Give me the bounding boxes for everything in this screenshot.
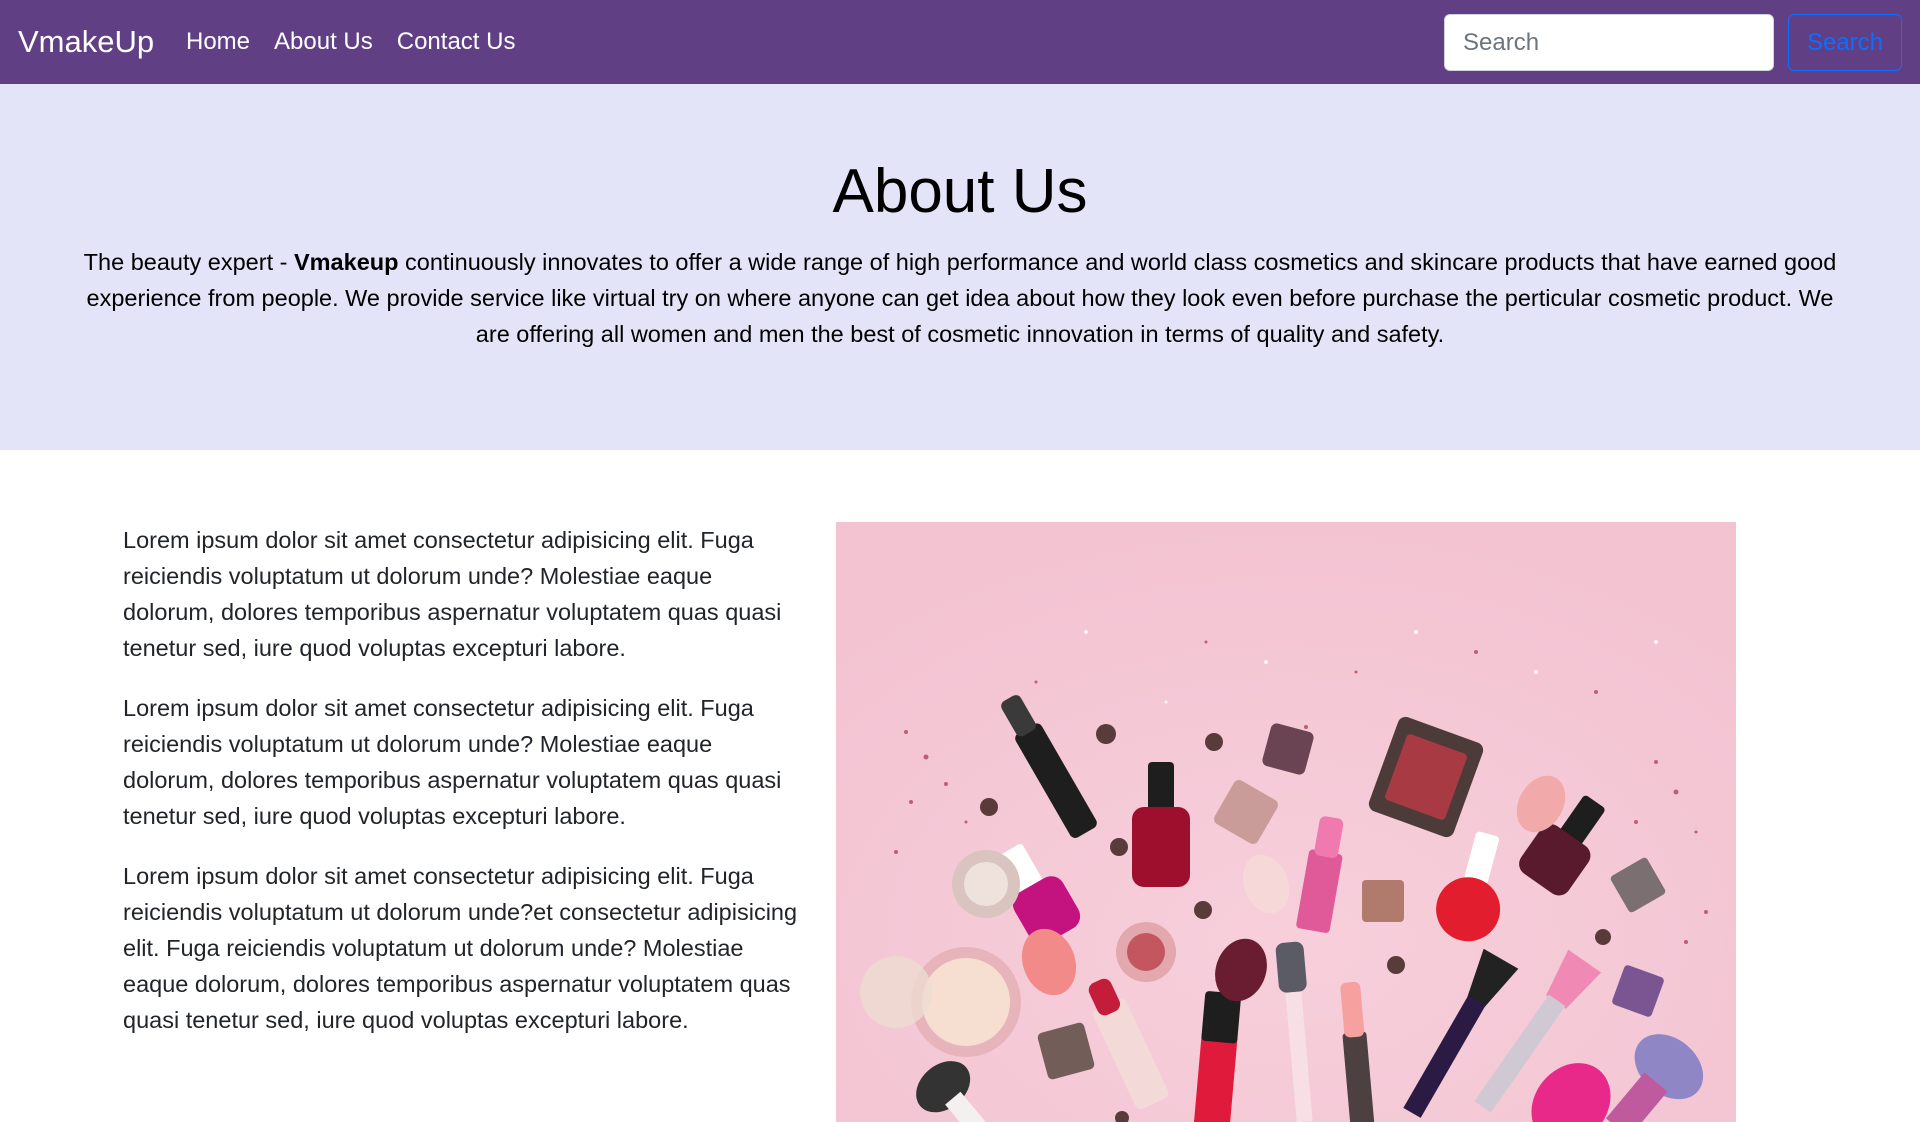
nav-link-contact-us[interactable]: Contact Us	[397, 28, 516, 56]
hero-description: The beauty expert - Vmakeup continuously…	[80, 244, 1840, 352]
search-input[interactable]	[1444, 14, 1774, 71]
content-text: Lorem ipsum dolor sit amet consectetur a…	[123, 522, 803, 1062]
hero-brand-name: Vmakeup	[293, 249, 399, 275]
hero-text-start: The beauty expert -	[83, 249, 294, 275]
nav-link-home[interactable]: Home	[186, 28, 250, 56]
content-paragraph: Lorem ipsum dolor sit amet consectetur a…	[123, 527, 782, 661]
nav-links: Home About Us Contact Us	[186, 0, 539, 84]
search-button[interactable]: Search	[1788, 14, 1902, 71]
page-title: About Us	[832, 157, 1088, 226]
content-paragraph: Lorem ipsum dolor sit amet consectetur a…	[123, 695, 782, 829]
cosmetics-flatlay-image	[836, 522, 1736, 1122]
navbar: VmakeUp Home About Us Contact Us Search	[0, 0, 1920, 84]
about-hero: About Us The beauty expert - Vmakeup con…	[0, 84, 1920, 450]
cosmetics-illustration	[836, 522, 1736, 1122]
brand-logo[interactable]: VmakeUp	[18, 0, 154, 84]
content-paragraph: Lorem ipsum dolor sit amet consectetur a…	[123, 863, 798, 1033]
nav-link-about-us[interactable]: About Us	[274, 28, 373, 56]
